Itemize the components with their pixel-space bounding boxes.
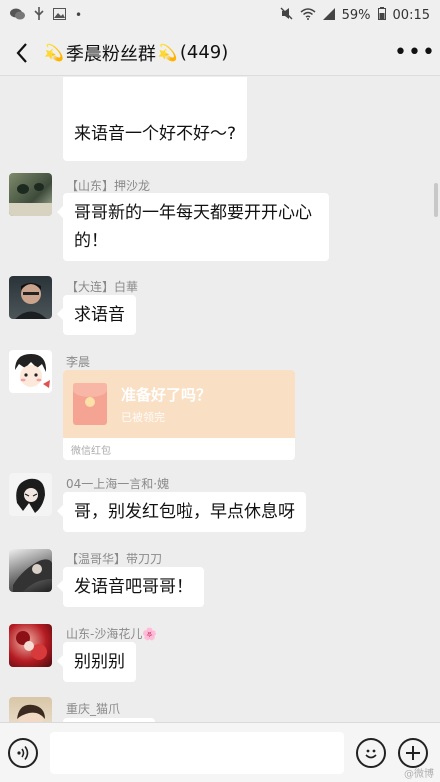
- red-envelope-icon: [73, 383, 107, 425]
- dot-icon: •: [75, 8, 83, 22]
- more-options-button[interactable]: •••: [390, 30, 440, 76]
- message-text: 别别别: [74, 652, 125, 672]
- sender-name: 李晨: [66, 355, 91, 369]
- message-bubble[interactable]: 来语音一个好不好～?: [63, 77, 248, 161]
- usb-icon: [34, 7, 44, 23]
- message-bubble[interactable]: 哥，别发红包啦，早点休息呀: [57, 492, 306, 532]
- member-count: (449): [179, 42, 229, 63]
- red-packet-card[interactable]: 准备好了吗？ 已被领完 微信红包: [63, 370, 295, 460]
- sender-name: 【大连】白華: [66, 280, 139, 294]
- dizzy-emoji-icon: 💫: [157, 43, 178, 62]
- group-name: 季晨粉丝群: [65, 43, 156, 65]
- message-text: 哥，别发红包啦，早点休息呀: [74, 502, 295, 522]
- message-input[interactable]: [50, 731, 344, 774]
- watermark: @微博: [404, 769, 434, 780]
- red-packet-footer: 微信红包: [71, 446, 111, 457]
- cherry-blossom-emoji-icon: 🌸: [142, 627, 158, 641]
- message-text: 哥哥新的一年每天都要开开心心的！: [74, 203, 312, 251]
- sender-name: 【山东】押沙龙: [66, 179, 151, 193]
- chat-title: 💫 季晨粉丝群 💫 (449): [44, 40, 228, 66]
- sender-name: 04一上海一言和·媿: [66, 477, 170, 491]
- scrollbar-thumb[interactable]: [434, 183, 438, 217]
- sender-name: 【温哥华】带刀刀: [66, 552, 163, 566]
- message-text: 来语音一个好不好～?: [74, 124, 237, 144]
- emoji-button[interactable]: [356, 737, 386, 768]
- message-bubble[interactable]: 发语音吧哥哥！: [57, 567, 204, 607]
- input-bar: [0, 722, 440, 782]
- message-bubble[interactable]: 别别别: [57, 642, 136, 682]
- sender-name: 重庆_猫爪: [66, 702, 121, 716]
- avatar[interactable]: [9, 624, 52, 667]
- avatar[interactable]: [9, 276, 52, 319]
- message-bubble[interactable]: 哥哥新的一年每天都要开开心心的！: [57, 193, 329, 261]
- message-text: 发语音吧哥哥！: [74, 577, 193, 597]
- signal-icon: [322, 7, 335, 23]
- avatar[interactable]: [9, 473, 52, 516]
- status-icons-left: •: [10, 7, 82, 23]
- status-icons-right: 59% 00:15: [280, 7, 430, 23]
- voice-wave-icon: [17, 745, 29, 760]
- gallery-icon: [53, 7, 66, 23]
- smiley-icon: [365, 749, 377, 758]
- message-list[interactable]: 来语音一个好不好～? 【山东】押沙龙 哥哥新的一年每天都要开开心心的！ 【大连】…: [0, 77, 440, 722]
- voice-input-button[interactable]: [8, 737, 38, 768]
- back-button[interactable]: [0, 30, 44, 76]
- sender-name: 山东-沙海花儿🌸: [66, 627, 158, 641]
- more-dots-icon: •••: [394, 40, 436, 65]
- battery-icon: [377, 7, 386, 23]
- battery-percent: 59%: [341, 7, 371, 23]
- chevron-left-icon: [16, 42, 27, 63]
- message-text: 求语音: [74, 305, 125, 325]
- plus-icon: [406, 745, 420, 760]
- dizzy-emoji-icon: 💫: [44, 43, 64, 62]
- red-packet-body: 准备好了吗？ 已被领完: [63, 370, 295, 438]
- wechat-notification-icon: [10, 8, 25, 23]
- avatar[interactable]: [9, 697, 52, 722]
- status-bar: • 59% 00:15: [0, 0, 440, 30]
- clock: 00:15: [392, 7, 430, 23]
- mute-icon: [280, 7, 293, 23]
- avatar[interactable]: [9, 549, 52, 592]
- wifi-icon: [300, 7, 316, 23]
- red-packet-title: 准备好了吗？: [121, 385, 212, 404]
- red-packet-status: 已被领完: [121, 410, 165, 424]
- avatar[interactable]: [9, 350, 52, 393]
- chat-header: 💫 季晨粉丝群 💫 (449) •••: [0, 30, 440, 76]
- more-functions-button[interactable]: [398, 737, 428, 768]
- avatar[interactable]: [9, 173, 52, 216]
- message-bubble[interactable]: 求语音: [57, 295, 136, 335]
